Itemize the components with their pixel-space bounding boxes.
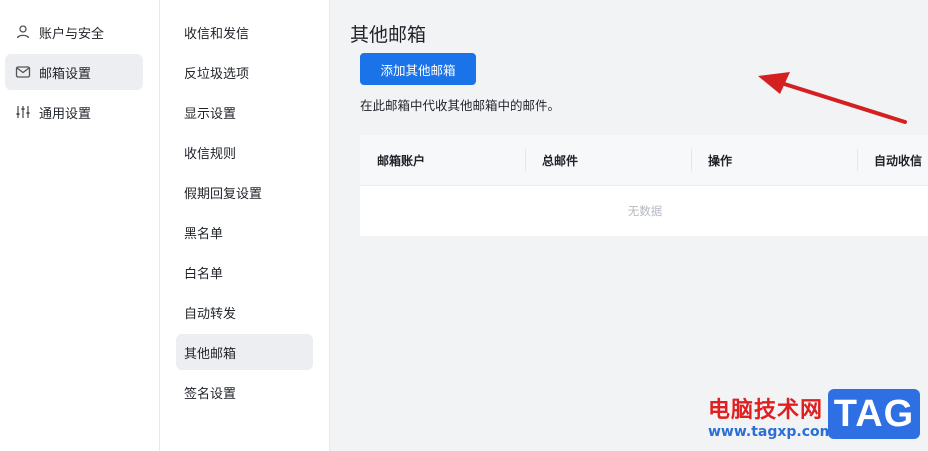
page-title: 其他邮箱 bbox=[350, 24, 427, 46]
submenu-item-signature[interactable]: 签名设置 bbox=[176, 374, 313, 410]
sidebar-item-label: 账户与安全 bbox=[39, 26, 105, 42]
mailbox-table: 邮箱账户 总邮件 操作 自动收信 无数据 bbox=[360, 135, 928, 236]
submenu-item-other-mailboxes[interactable]: 其他邮箱 bbox=[176, 334, 313, 370]
submenu-item-label: 反垃圾选项 bbox=[184, 66, 250, 82]
submenu-item-display[interactable]: 显示设置 bbox=[176, 94, 313, 130]
submenu-item-label: 显示设置 bbox=[184, 106, 237, 122]
table-header: 邮箱账户 总邮件 操作 自动收信 bbox=[360, 135, 928, 186]
sidebar-item-label: 通用设置 bbox=[39, 106, 92, 122]
add-other-mailbox-button[interactable]: 添加其他邮箱 bbox=[360, 53, 476, 85]
submenu-item-whitelist[interactable]: 白名单 bbox=[176, 254, 313, 290]
submenu-item-label: 收信规则 bbox=[184, 146, 237, 162]
submenu-item-label: 收信和发信 bbox=[184, 26, 250, 42]
submenu-item-blacklist[interactable]: 黑名单 bbox=[176, 214, 313, 250]
submenu-item-label: 自动转发 bbox=[184, 306, 237, 322]
settings-sidebar: 账户与安全 邮箱设置 通用设置 bbox=[0, 0, 160, 451]
column-divider bbox=[691, 149, 692, 171]
submenu-item-label: 黑名单 bbox=[184, 226, 224, 242]
submenu-item-label: 白名单 bbox=[184, 266, 224, 282]
sidebar-item-label: 邮箱设置 bbox=[39, 66, 92, 82]
column-header-auto-receive: 自动收信 bbox=[874, 154, 923, 168]
sidebar-item-account-security[interactable]: 账户与安全 bbox=[5, 14, 143, 50]
empty-state-text: 无数据 bbox=[627, 204, 663, 218]
submenu-item-receive-rules[interactable]: 收信规则 bbox=[176, 134, 313, 170]
submenu-item-receive-send[interactable]: 收信和发信 bbox=[176, 14, 313, 50]
column-divider bbox=[857, 149, 858, 171]
main-content: 其他邮箱 添加其他邮箱 在此邮箱中代收其他邮箱中的邮件。 邮箱账户 总邮件 操作… bbox=[330, 0, 928, 451]
submenu-item-vacation-reply[interactable]: 假期回复设置 bbox=[176, 174, 313, 210]
mailbox-settings-submenu: 收信和发信 反垃圾选项 显示设置 收信规则 假期回复设置 黑名单 白名单 自动转… bbox=[160, 0, 330, 451]
mailbox-settings-icon bbox=[15, 64, 31, 80]
column-header-actions: 操作 bbox=[708, 154, 733, 168]
column-divider bbox=[525, 149, 526, 171]
submenu-item-auto-forward[interactable]: 自动转发 bbox=[176, 294, 313, 330]
red-arrow-annotation bbox=[758, 72, 907, 124]
submenu-item-label: 其他邮箱 bbox=[184, 346, 237, 362]
watermark-tag-logo: TAG bbox=[828, 389, 920, 439]
column-header-total-mail: 总邮件 bbox=[542, 154, 579, 168]
user-icon bbox=[15, 24, 31, 40]
submenu-item-label: 假期回复设置 bbox=[184, 186, 263, 202]
sidebar-item-mailbox-settings[interactable]: 邮箱设置 bbox=[5, 54, 143, 90]
sliders-icon bbox=[15, 104, 31, 120]
watermark-url: www.tagxp.com bbox=[708, 424, 835, 440]
sidebar-item-general-settings[interactable]: 通用设置 bbox=[5, 94, 143, 130]
submenu-item-label: 签名设置 bbox=[184, 386, 237, 402]
column-header-account: 邮箱账户 bbox=[377, 154, 426, 168]
page-description: 在此邮箱中代收其他邮箱中的邮件。 bbox=[360, 98, 561, 113]
submenu-item-anti-spam[interactable]: 反垃圾选项 bbox=[176, 54, 313, 90]
watermark-site-name: 电脑技术网 bbox=[708, 398, 824, 423]
